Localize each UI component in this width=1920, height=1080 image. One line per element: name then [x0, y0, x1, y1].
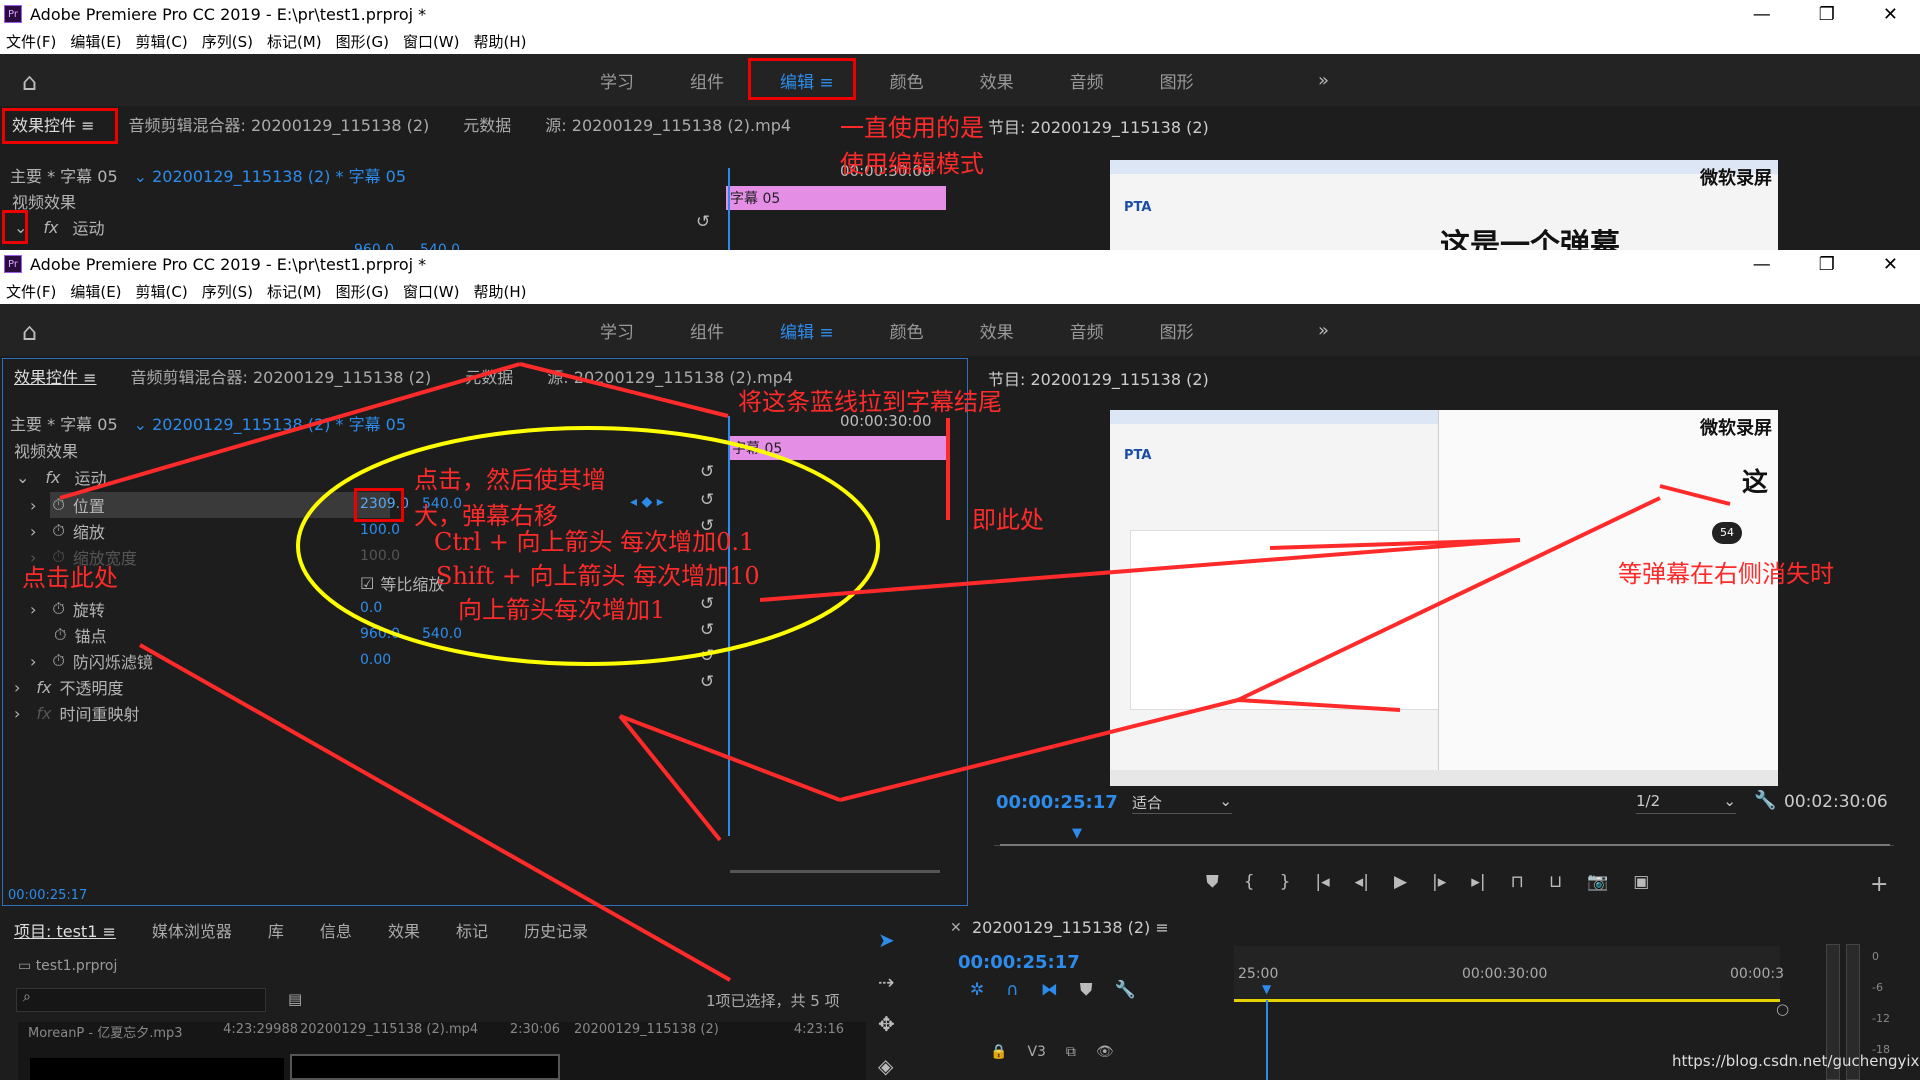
arrow-line [1237, 698, 1401, 712]
arrow-line [139, 643, 731, 982]
annotation-arrows [59, 362, 1731, 982]
annotation-text: 将这条蓝线拉到字幕结尾 [738, 388, 1002, 416]
arrow-line [1237, 496, 1661, 702]
annotation-text: 一直使用的是 [840, 114, 984, 142]
annotation-text: 即此处 [972, 506, 1044, 534]
annotation-text: Shift + 向上箭头 每次增加10 [436, 562, 760, 590]
arrow-line [1659, 484, 1731, 506]
arrow-line [519, 362, 729, 418]
annotation-text: 向上箭头每次增加1 [458, 596, 666, 624]
annotation-text: 点击此处 [22, 564, 118, 592]
annotation-text: Ctrl + 向上箭头 每次增加0.1 [434, 528, 755, 556]
annotation-text: 等弹幕在右侧消失时 [1618, 560, 1834, 588]
annotation-text: 点击，然后使其增 [414, 466, 606, 494]
arrow-line [839, 698, 1239, 802]
annotation-text: 使用编辑模式 [840, 150, 984, 178]
